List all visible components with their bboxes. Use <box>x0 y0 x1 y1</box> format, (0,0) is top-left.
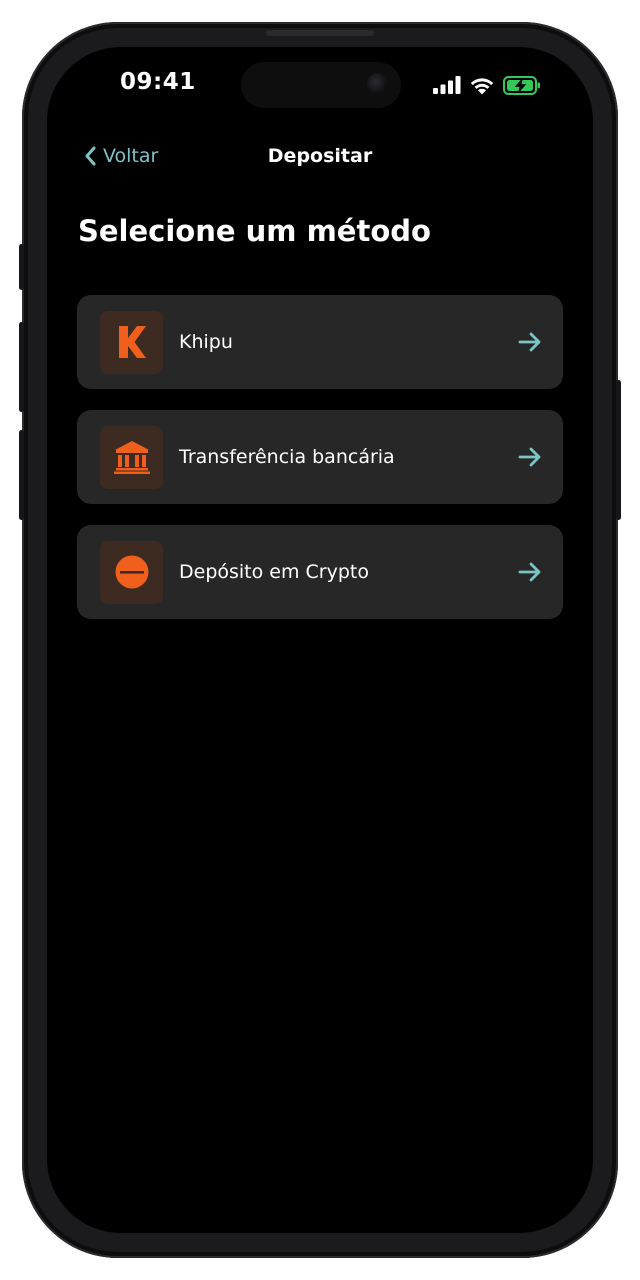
power-button <box>616 380 621 520</box>
crypto-coin-icon <box>100 540 163 604</box>
khipu-logo-icon <box>100 310 163 374</box>
volume-down-button <box>19 430 24 520</box>
wifi-icon <box>470 77 494 94</box>
earpiece-speaker <box>266 30 374 36</box>
method-label: Khipu <box>179 331 233 353</box>
action-button <box>19 244 24 290</box>
front-camera-icon <box>367 73 389 95</box>
deposit-method-list: Khipu Transferência bancária Depósito em… <box>77 295 563 640</box>
arrow-right-icon <box>518 447 541 467</box>
status-icons <box>433 72 541 98</box>
phone-screen: 09:41 Voltar Depositar Selecione um méto… <box>47 47 593 1233</box>
cellular-signal-icon <box>433 76 461 94</box>
page-title: Selecione um método <box>78 214 431 248</box>
method-label: Depósito em Crypto <box>179 561 369 583</box>
method-label: Transferência bancária <box>179 446 395 468</box>
method-bank-transfer[interactable]: Transferência bancária <box>77 410 563 504</box>
volume-up-button <box>19 322 24 412</box>
status-time: 09:41 <box>120 69 196 95</box>
method-crypto-deposit[interactable]: Depósito em Crypto <box>77 525 563 619</box>
method-khipu[interactable]: Khipu <box>77 295 563 389</box>
battery-charging-icon <box>503 75 540 95</box>
nav-title: Depositar <box>267 145 373 167</box>
bank-icon <box>100 425 163 489</box>
arrow-right-icon <box>518 332 541 352</box>
arrow-right-icon <box>518 562 541 582</box>
